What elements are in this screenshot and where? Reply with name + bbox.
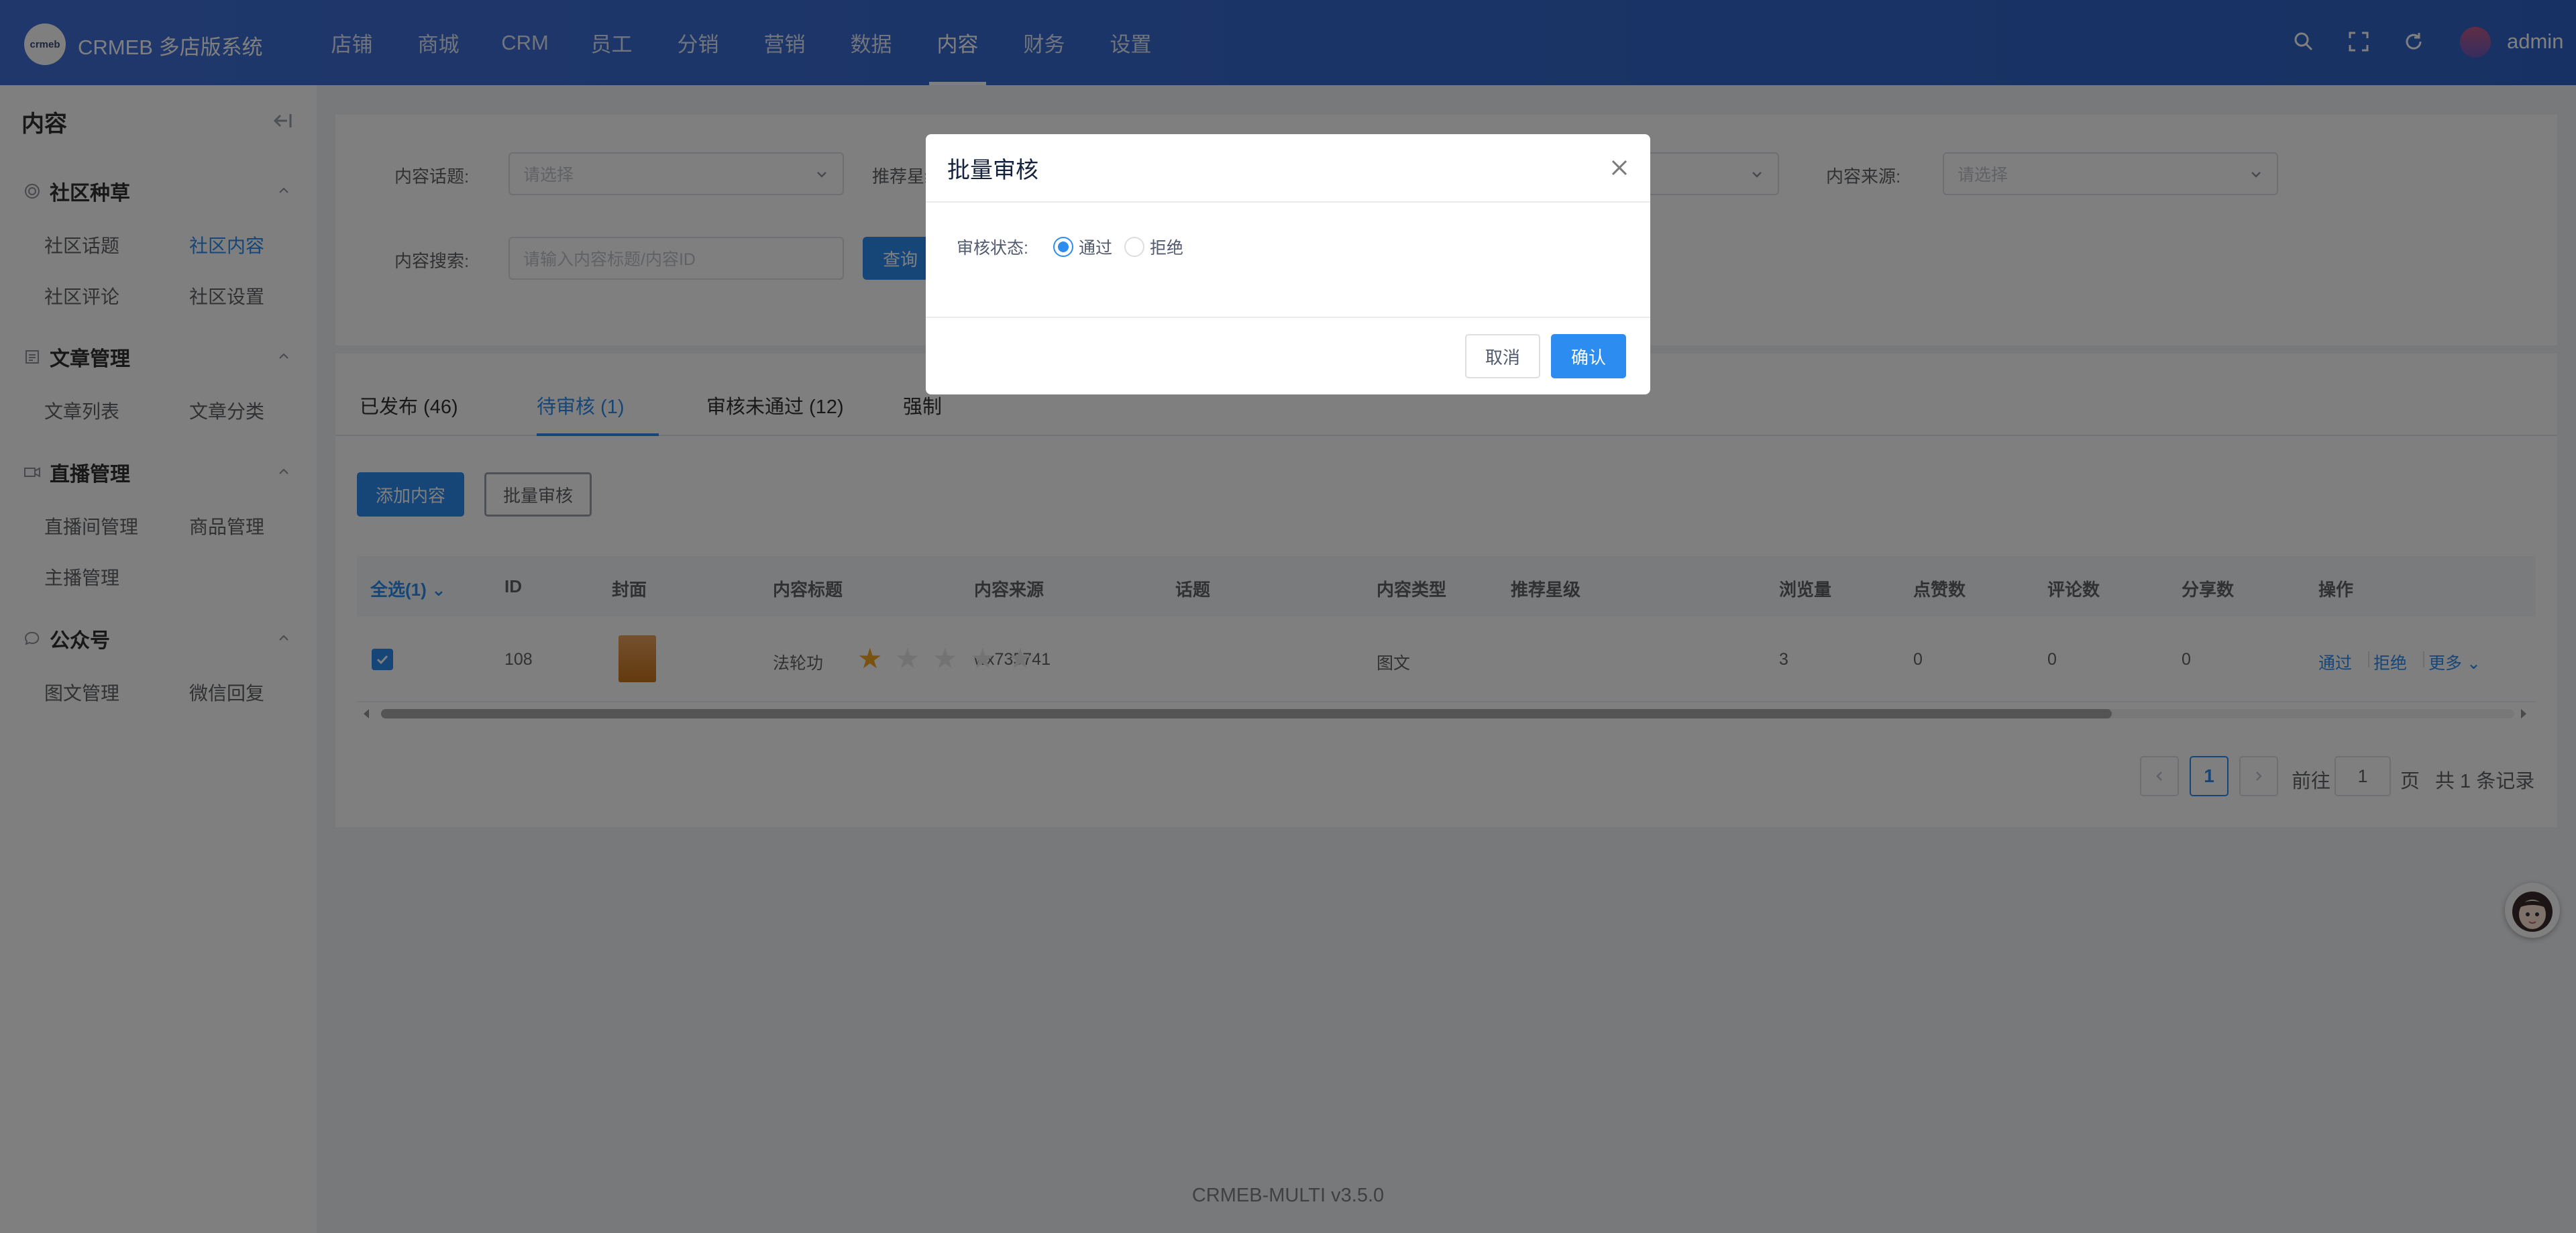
confirm-button[interactable]: 确认 bbox=[1551, 334, 1626, 378]
review-status-label: 审核状态: bbox=[957, 239, 1028, 258]
dialog-title: 批量审核 bbox=[947, 158, 1038, 183]
radio-approve-label: 通过 bbox=[1079, 239, 1113, 258]
batch-review-dialog: 批量审核 审核状态: 通过 拒绝 取消 确认 bbox=[926, 134, 1650, 394]
radio-approve-dot[interactable] bbox=[1053, 237, 1073, 257]
radio-reject-dot[interactable] bbox=[1124, 237, 1144, 257]
divider bbox=[926, 317, 1650, 318]
cancel-button[interactable]: 取消 bbox=[1465, 334, 1540, 378]
close-icon[interactable] bbox=[1606, 154, 1633, 181]
divider bbox=[926, 201, 1650, 203]
radio-reject[interactable]: 拒绝 bbox=[1124, 235, 1183, 259]
radio-reject-label: 拒绝 bbox=[1150, 239, 1184, 258]
radio-approve[interactable]: 通过 bbox=[1053, 235, 1112, 259]
